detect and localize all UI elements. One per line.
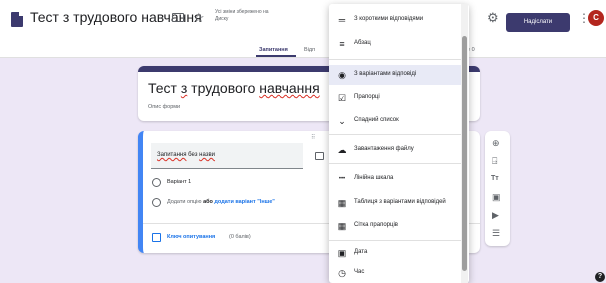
- answer-key-button[interactable]: Ключ опитування: [167, 234, 215, 240]
- menu-item-label: Сітка прапорців: [354, 222, 398, 228]
- checkbox-icon: ☑: [337, 93, 347, 103]
- folder-icon[interactable]: [172, 13, 184, 22]
- menu-item-time[interactable]: ◷ Час: [329, 263, 463, 283]
- add-video-icon[interactable]: ▶: [492, 211, 499, 220]
- radio-icon: [152, 178, 161, 187]
- top-bar: Тест з трудового навчання ☆ Усі зміни зб…: [0, 0, 606, 58]
- active-tab-indicator: [256, 55, 296, 57]
- menu-item-multiple-choice[interactable]: ◉ З варіантами відповіді: [329, 65, 463, 85]
- linear-scale-icon: •••: [338, 176, 346, 182]
- menu-item-label: Спадний список: [354, 117, 399, 123]
- menu-divider: [329, 134, 463, 135]
- send-button[interactable]: Надіслати: [506, 13, 570, 32]
- date-icon: ▣: [337, 248, 347, 258]
- star-icon[interactable]: ☆: [193, 11, 205, 24]
- menu-divider: [329, 59, 463, 60]
- menu-scrollbar[interactable]: [462, 36, 467, 271]
- menu-item-short-answer[interactable]: ═ З короткими відповідями: [329, 10, 463, 30]
- menu-item-checkboxes[interactable]: ☑ Прапорці: [329, 88, 463, 108]
- form-description[interactable]: Опис форми: [148, 104, 180, 110]
- menu-item-label: Таблиця з варіантами відповідей: [354, 199, 446, 205]
- import-questions-icon[interactable]: ⍈: [492, 157, 497, 166]
- add-question-icon[interactable]: ⊕: [492, 139, 500, 148]
- points-label: (0 балів): [229, 234, 251, 240]
- menu-item-label: Лінійна шкала: [354, 175, 394, 181]
- upload-icon: ☁: [337, 145, 347, 155]
- menu-item-label: Час: [354, 269, 365, 275]
- menu-divider: [329, 240, 463, 241]
- add-title-icon[interactable]: Tт: [491, 175, 499, 182]
- menu-item-label: Дата: [354, 249, 368, 255]
- menu-item-label: З короткими відповідями: [354, 16, 424, 22]
- tab-responses[interactable]: Відп: [304, 47, 315, 53]
- menu-item-label: Абзац: [354, 40, 371, 46]
- avatar[interactable]: C: [588, 10, 604, 26]
- saved-status: Усі зміни збережено на Диску: [215, 9, 269, 22]
- time-icon: ◷: [338, 268, 346, 278]
- floating-toolbar: ⊕ ⍈ Tт ▣ ▶ ☰: [485, 131, 510, 246]
- add-section-icon[interactable]: ☰: [492, 229, 500, 238]
- grid-icon: ▦: [337, 198, 347, 208]
- answer-key-icon[interactable]: [152, 233, 161, 242]
- checkbox-grid-icon: ▦: [337, 221, 347, 231]
- add-other-link[interactable]: додати варіант "Інше": [214, 199, 275, 205]
- add-image-icon[interactable]: ▣: [492, 193, 501, 202]
- form-title[interactable]: Тест з трудового навчання: [148, 80, 320, 96]
- menu-divider: [329, 163, 463, 164]
- menu-item-label: Прапорці: [354, 94, 380, 100]
- menu-item-linear-scale[interactable]: ••• Лінійна шкала: [329, 169, 463, 189]
- menu-item-date[interactable]: ▣ Дата: [329, 243, 463, 263]
- menu-item-label: Завантаження файлу: [354, 146, 414, 152]
- paragraph-icon: ≡: [339, 39, 345, 49]
- short-answer-icon: ═: [338, 15, 346, 25]
- question-type-menu: ═ З короткими відповідями ≡ Абзац ◉ З ва…: [329, 4, 469, 283]
- menu-item-label: З варіантами відповіді: [354, 71, 417, 77]
- menu-item-checkbox-grid[interactable]: ▦ Сітка прапорців: [329, 216, 463, 236]
- menu-item-paragraph[interactable]: ≡ Абзац: [329, 34, 463, 54]
- add-option-row: Додати опцію або додати варіант "Інше": [167, 199, 275, 205]
- question-title-input[interactable]: Запитання без назви: [151, 143, 303, 169]
- drag-handle-icon[interactable]: ⠿: [311, 134, 316, 141]
- menu-item-multiple-choice-grid[interactable]: ▦ Таблиця з варіантами відповідей: [329, 193, 463, 213]
- settings-icon[interactable]: ⚙: [487, 11, 499, 24]
- forms-doc-icon: [11, 12, 23, 27]
- add-option-link[interactable]: Додати опцію: [167, 199, 202, 205]
- or-text: або: [203, 199, 213, 205]
- menu-item-file-upload[interactable]: ☁ Завантаження файлу: [329, 140, 463, 160]
- option-1-label[interactable]: Варіант 1: [167, 179, 191, 185]
- radio-icon: ◉: [338, 70, 346, 80]
- help-icon[interactable]: ?: [595, 272, 605, 282]
- tab-questions[interactable]: Запитання: [259, 47, 288, 53]
- radio-icon: [152, 198, 161, 207]
- add-image-icon[interactable]: [315, 152, 324, 160]
- dropdown-icon: ⌄: [338, 116, 346, 126]
- question-title: Запитання без назви: [157, 152, 216, 158]
- menu-item-dropdown[interactable]: ⌄ Спадний список: [329, 111, 463, 131]
